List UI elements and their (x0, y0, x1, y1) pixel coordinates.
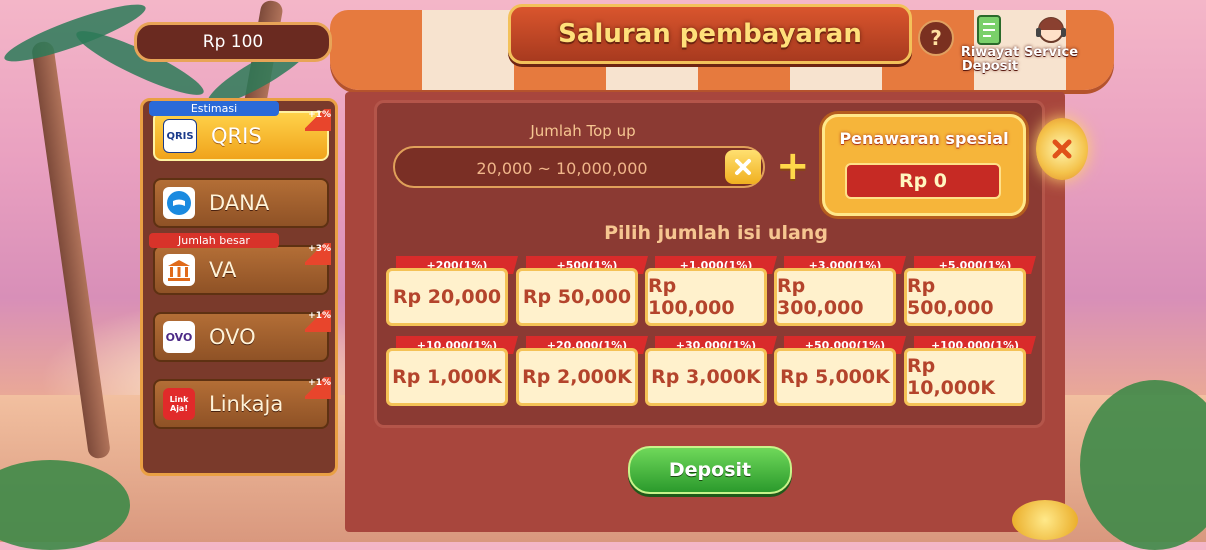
va-logo (163, 254, 195, 286)
amount-value: Rp 20,000 (386, 268, 508, 326)
ovo-logo-text: OVO (165, 330, 193, 344)
amount-value: Rp 5,000K (774, 348, 896, 406)
plus-icon: + (776, 143, 810, 189)
dana-icon (167, 191, 191, 215)
amount-value: Rp 300,000 (774, 268, 896, 326)
clear-amount-button[interactable] (725, 150, 761, 184)
payment-method-label: Linkaja (209, 392, 284, 416)
amount-option[interactable]: +20,000(1%) Rp 2,000K (516, 336, 648, 408)
amount-value: Rp 1,000K (386, 348, 508, 406)
notepad-icon (977, 15, 1001, 45)
bonus-badge: +1% (305, 109, 331, 131)
bonus-badge: +1% (305, 377, 331, 399)
linkaja-logo: Link Aja! (163, 388, 195, 420)
payment-method-ovo[interactable]: OVO OVO +1% (153, 310, 331, 362)
dana-logo (163, 187, 195, 219)
amount-value: Rp 2,000K (516, 348, 638, 406)
choose-amount-label: Pilih jumlah isi ulang (604, 222, 828, 244)
qris-logo: QRIS (163, 119, 197, 153)
balance-display: Rp 100 (134, 22, 332, 62)
help-icon: ? (930, 26, 942, 50)
special-offer-value: Rp 0 (845, 163, 1001, 199)
amount-option[interactable]: +200(1%) Rp 20,000 (386, 256, 518, 328)
amount-value: Rp 50,000 (516, 268, 638, 326)
history-label-line2: Deposit (961, 59, 1019, 74)
amount-value: Rp 10,000K (904, 348, 1026, 406)
bank-icon (168, 260, 190, 281)
amount-option[interactable]: +50,000(1%) Rp 5,000K (774, 336, 906, 408)
amount-option[interactable]: +5,000(1%) Rp 500,000 (904, 256, 1036, 328)
bonus-badge: +3% (305, 243, 331, 265)
amount-option[interactable]: +500(1%) Rp 50,000 (516, 256, 648, 328)
qris-logo-text: QRIS (166, 130, 194, 142)
topup-amount-field (393, 146, 765, 188)
amount-value: Rp 3,000K (645, 348, 767, 406)
service-button[interactable]: Service (1022, 14, 1080, 60)
history-label-line1: Riwayat (960, 45, 1020, 60)
linkaja-logo-text: Link Aja! (169, 395, 189, 413)
page-title: Saluran pembayaran (558, 19, 862, 49)
estimasi-tag: Estimasi (149, 101, 279, 116)
payment-method-label: DANA (209, 191, 270, 215)
amount-value: Rp 100,000 (645, 268, 767, 326)
amount-option[interactable]: +30,000(1%) Rp 3,000K (645, 336, 777, 408)
amount-option[interactable]: +100,000(1%) Rp 10,000K (904, 336, 1036, 408)
title-banner: Saluran pembayaran (508, 4, 912, 64)
payment-method-label: OVO (209, 325, 256, 349)
customer-service-icon (1036, 17, 1066, 43)
service-label: Service (1023, 45, 1079, 60)
jumlah-besar-tag: Jumlah besar (149, 233, 279, 248)
bonus-badge: +1% (305, 310, 331, 332)
coins-decoration (1012, 500, 1078, 540)
payment-method-va[interactable]: VA +3% (153, 243, 331, 295)
payment-method-label: QRIS (211, 124, 262, 148)
topup-amount-input[interactable] (395, 148, 729, 188)
ovo-logo: OVO (163, 321, 195, 353)
close-icon (735, 159, 751, 175)
topup-label: Jumlah Top up (530, 122, 636, 140)
deposit-button[interactable]: Deposit (628, 446, 792, 494)
amount-value: Rp 500,000 (904, 268, 1026, 326)
close-icon (1052, 139, 1072, 159)
payment-method-sidebar: QRIS QRIS +1% Estimasi DANA VA +3% Jumla… (140, 98, 338, 476)
help-button[interactable]: ? (918, 20, 954, 56)
payment-method-dana[interactable]: DANA (153, 178, 329, 228)
payment-method-label: VA (209, 258, 237, 282)
payment-method-qris[interactable]: QRIS QRIS +1% (153, 109, 331, 161)
amount-option[interactable]: +10,000(1%) Rp 1,000K (386, 336, 518, 408)
deposit-button-label: Deposit (668, 459, 752, 481)
payment-method-linkaja[interactable]: Link Aja! Linkaja +1% (153, 377, 331, 429)
amount-option[interactable]: +3,000(1%) Rp 300,000 (774, 256, 906, 328)
special-offer-box: Penawaran spesial Rp 0 (822, 114, 1026, 216)
lamp-close-button[interactable] (1036, 118, 1088, 180)
special-offer-title: Penawaran spesial (839, 129, 1009, 148)
deposit-history-button[interactable]: Riwayat Deposit (960, 12, 1020, 74)
amount-option[interactable]: +1,000(1%) Rp 100,000 (645, 256, 777, 328)
